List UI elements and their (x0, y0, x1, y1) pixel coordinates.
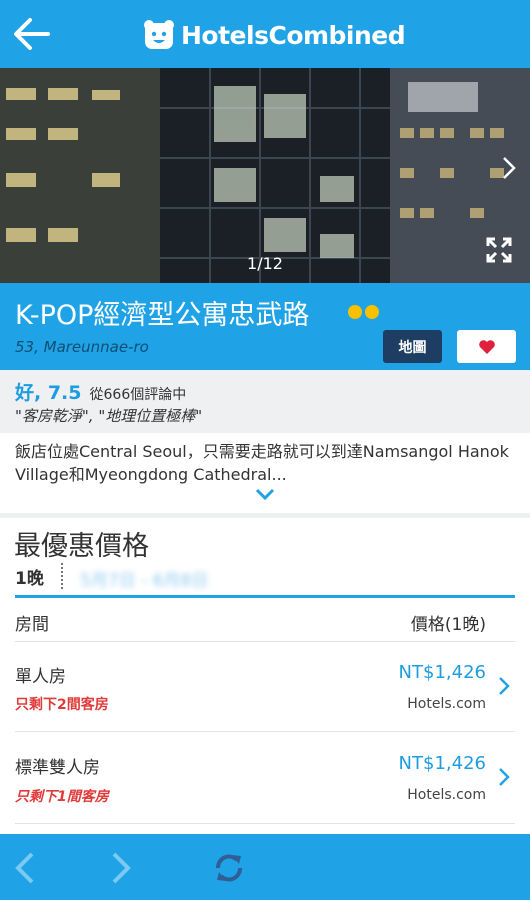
bear-logo-icon (144, 20, 174, 49)
fullscreen-button[interactable] (484, 235, 514, 265)
stay-dates[interactable]: 5月7日 - 6月8日 (80, 566, 208, 591)
nav-forward-button[interactable] (108, 850, 134, 886)
row-divider (15, 641, 515, 642)
chevron-right-icon (499, 768, 510, 786)
bottom-nav-bar (0, 834, 530, 900)
chevron-right-icon (112, 852, 131, 884)
room-row-chevron[interactable] (496, 674, 512, 698)
gallery-next-button[interactable] (498, 150, 522, 186)
expand-description-button[interactable] (254, 486, 276, 502)
chevron-left-icon (15, 852, 34, 884)
chevron-right-icon (503, 157, 516, 179)
review-count: 從666個評論中 (89, 387, 187, 403)
room-row-chevron[interactable] (496, 765, 512, 789)
room-price[interactable]: NT$1,426 (340, 753, 486, 774)
column-header-price: 價格(1晚) (410, 615, 486, 635)
refresh-button[interactable] (210, 848, 248, 888)
brand-name: HotelsCombined (181, 20, 406, 50)
expand-icon (486, 237, 512, 263)
hotel-name: K-POP經濟型公寓忠武路 (15, 300, 310, 331)
room-availability: 只剩下1間客房 (15, 789, 109, 805)
hotel-address: 53, Mareunnae-ro (15, 338, 149, 356)
room-availability: 只剩下2間客房 (15, 697, 109, 713)
row-divider (15, 823, 515, 824)
best-price-title: 最優惠價格 (14, 531, 149, 562)
nights-divider (61, 563, 63, 589)
rating-line: 好, 7.5 從666個評論中 (15, 378, 186, 405)
hotel-photo[interactable] (0, 68, 530, 283)
room-provider: Hotels.com (407, 787, 486, 803)
hotel-description: 飯店位處Central Seoul，只需要走路就可以到達Namsangol Ha… (15, 442, 509, 484)
room-provider: Hotels.com (407, 696, 486, 712)
star-rating (348, 305, 379, 319)
nights-count[interactable]: 1晚 (15, 564, 44, 589)
section-rule (15, 595, 515, 598)
gallery-counter: 1/12 (247, 254, 283, 273)
brand-name-bold: Hotels (181, 20, 269, 50)
heart-icon (478, 339, 495, 354)
map-button[interactable]: 地圖 (383, 330, 442, 363)
column-header-room: 房間 (15, 615, 49, 635)
room-name[interactable]: 單人房 (15, 662, 66, 687)
refresh-icon (216, 854, 242, 882)
brand-logo: HotelsCombined (143, 16, 406, 54)
chevron-down-icon (255, 488, 275, 501)
row-divider (15, 731, 515, 732)
room-price[interactable]: NT$1,426 (340, 662, 486, 683)
back-button[interactable] (10, 12, 54, 56)
room-name[interactable]: 標準雙人房 (15, 753, 100, 778)
star-icon (348, 305, 362, 319)
hotel-photo-image (0, 68, 530, 283)
brand-name-rest: Combined (268, 20, 406, 50)
review-highlights: "客房乾淨", "地理位置極棒" (15, 407, 203, 425)
favorite-button[interactable] (457, 330, 516, 363)
chevron-right-icon (499, 677, 510, 695)
star-icon (365, 305, 379, 319)
arrow-left-icon (14, 18, 50, 50)
nav-back-button[interactable] (12, 850, 38, 886)
rating-score: 好, 7.5 (15, 382, 82, 404)
